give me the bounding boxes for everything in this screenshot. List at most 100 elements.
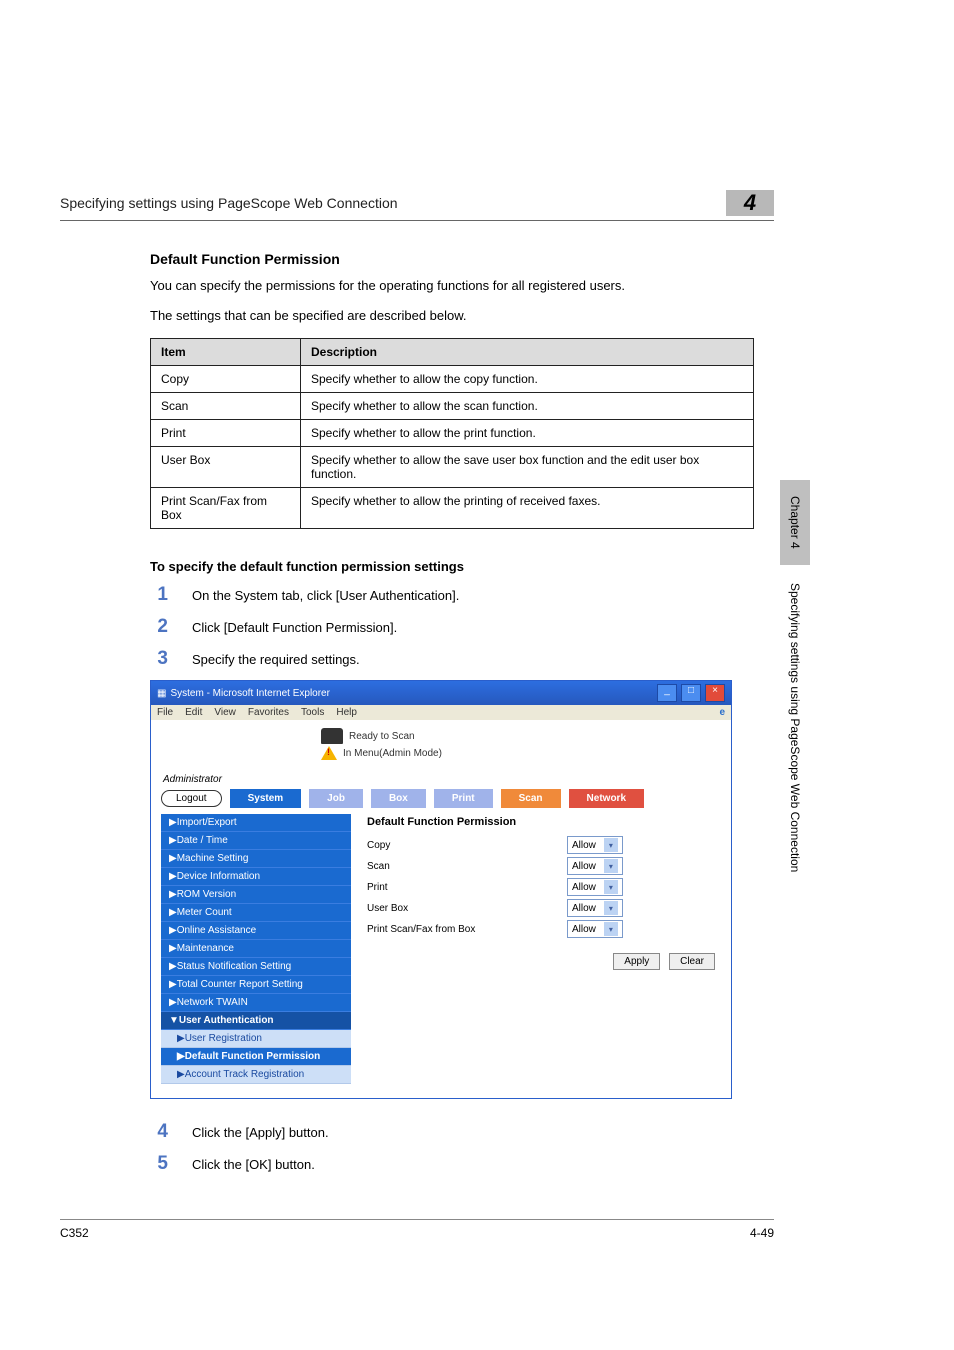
procedure-step: 1 On the System tab, click [User Authent… <box>150 584 754 606</box>
browser-menubar: File Edit View Favorites Tools Help e <box>151 705 731 720</box>
tab-scan[interactable]: Scan <box>501 789 561 808</box>
chevron-down-icon: ▾ <box>604 838 618 852</box>
procedure-step: 4 Click the [Apply] button. <box>150 1121 754 1143</box>
chevron-down-icon: ▾ <box>604 859 618 873</box>
tab-system[interactable]: System <box>230 789 302 808</box>
section-title: Default Function Permission <box>150 251 754 267</box>
sidebar-sub-account-track-registration[interactable]: ▶Account Track Registration <box>161 1066 351 1084</box>
form-label: Print Scan/Fax from Box <box>367 924 567 935</box>
sidebar-item-total-counter-report[interactable]: ▶Total Counter Report Setting <box>161 976 351 994</box>
sidebar-item-device-information[interactable]: ▶Device Information <box>161 868 351 886</box>
step-number: 4 <box>150 1121 168 1143</box>
menu-view[interactable]: View <box>214 707 236 718</box>
tab-print[interactable]: Print <box>434 789 493 808</box>
menu-file[interactable]: File <box>157 707 173 718</box>
chevron-down-icon: ▾ <box>604 922 618 936</box>
form-label: Print <box>367 882 567 893</box>
sidebar-item-date-time[interactable]: ▶Date / Time <box>161 832 351 850</box>
sidebar-sub-user-registration[interactable]: ▶User Registration <box>161 1030 351 1048</box>
apply-button[interactable]: Apply <box>613 953 660 970</box>
browser-titlebar: ▦ System - Microsoft Internet Explorer _… <box>151 681 731 705</box>
sidebar-item-maintenance[interactable]: ▶Maintenance <box>161 940 351 958</box>
specification-table: Item Description CopySpecify whether to … <box>150 338 754 529</box>
tab-network[interactable]: Network <box>569 789 644 808</box>
page-header: Specifying settings using PageScope Web … <box>60 190 774 221</box>
logout-button[interactable]: Logout <box>161 790 222 807</box>
tab-box[interactable]: Box <box>371 789 426 808</box>
ie-page-icon: ▦ <box>157 688 166 699</box>
side-vertical-text: Specifying settings using PageScope Web … <box>788 583 802 872</box>
procedure-title: To specify the default function permissi… <box>150 559 754 574</box>
tab-job[interactable]: Job <box>309 789 363 808</box>
sidebar: ▶Import/Export ▶Date / Time ▶Machine Set… <box>161 814 351 1084</box>
step-number: 2 <box>150 616 168 638</box>
sidebar-item-meter-count[interactable]: ▶Meter Count <box>161 904 351 922</box>
spec-header-description: Description <box>300 339 753 366</box>
content-pane: Default Function Permission Copy Allow▾ … <box>361 814 721 1084</box>
menu-tools[interactable]: Tools <box>301 707 324 718</box>
chapter-number-box: 4 <box>726 190 774 216</box>
section-description-2: The settings that can be specified are d… <box>150 307 754 325</box>
menu-edit[interactable]: Edit <box>185 707 202 718</box>
procedure-step: 5 Click the [OK] button. <box>150 1153 754 1175</box>
maximize-button[interactable]: □ <box>681 684 701 702</box>
ie-logo-icon: e <box>719 707 725 718</box>
step-text: On the System tab, click [User Authentic… <box>192 588 459 603</box>
table-row: CopySpecify whether to allow the copy fu… <box>151 366 754 393</box>
browser-screenshot: ▦ System - Microsoft Internet Explorer _… <box>150 680 732 1099</box>
form-label: Copy <box>367 840 567 851</box>
select-scan[interactable]: Allow▾ <box>567 857 623 875</box>
close-button[interactable]: × <box>705 684 725 702</box>
form-label: Scan <box>367 861 567 872</box>
printer-icon <box>321 728 343 744</box>
warning-icon <box>321 746 337 760</box>
step-text: Click [Default Function Permission]. <box>192 620 397 635</box>
form-row-copy: Copy Allow▾ <box>367 836 715 854</box>
chapter-tab: Chapter 4 <box>780 480 810 565</box>
form-row-print-scan-fax-box: Print Scan/Fax from Box Allow▾ <box>367 920 715 938</box>
sidebar-item-rom-version[interactable]: ▶ROM Version <box>161 886 351 904</box>
footer-left: C352 <box>60 1226 89 1240</box>
spec-header-item: Item <box>151 339 301 366</box>
minimize-button[interactable]: _ <box>657 684 677 702</box>
step-number: 5 <box>150 1153 168 1175</box>
sidebar-item-user-authentication[interactable]: ▼User Authentication <box>161 1012 351 1030</box>
sidebar-item-online-assistance[interactable]: ▶Online Assistance <box>161 922 351 940</box>
step-text: Click the [OK] button. <box>192 1157 315 1172</box>
select-copy[interactable]: Allow▾ <box>567 836 623 854</box>
table-row: PrintSpecify whether to allow the print … <box>151 420 754 447</box>
status-mode: In Menu(Admin Mode) <box>343 748 442 759</box>
sidebar-item-import-export[interactable]: ▶Import/Export <box>161 814 351 832</box>
status-ready: Ready to Scan <box>349 731 415 742</box>
browser-body: Ready to Scan In Menu(Admin Mode) Admini… <box>151 720 731 1098</box>
chevron-down-icon: ▾ <box>604 880 618 894</box>
sidebar-item-status-notification[interactable]: ▶Status Notification Setting <box>161 958 351 976</box>
form-row-scan: Scan Allow▾ <box>367 857 715 875</box>
menu-favorites[interactable]: Favorites <box>248 707 289 718</box>
select-print[interactable]: Allow▾ <box>567 878 623 896</box>
admin-label: Administrator <box>163 774 721 785</box>
sidebar-item-machine-setting[interactable]: ▶Machine Setting <box>161 850 351 868</box>
select-user-box[interactable]: Allow▾ <box>567 899 623 917</box>
step-text: Specify the required settings. <box>192 652 360 667</box>
side-vertical: Chapter 4 Specifying settings using Page… <box>780 480 810 872</box>
step-number: 1 <box>150 584 168 606</box>
procedure-step: 2 Click [Default Function Permission]. <box>150 616 754 638</box>
chevron-down-icon: ▾ <box>604 901 618 915</box>
menu-help[interactable]: Help <box>336 707 357 718</box>
table-row: ScanSpecify whether to allow the scan fu… <box>151 393 754 420</box>
form-row-user-box: User Box Allow▾ <box>367 899 715 917</box>
header-title: Specifying settings using PageScope Web … <box>60 195 716 211</box>
procedure-step: 3 Specify the required settings. <box>150 648 754 670</box>
page-footer: C352 4-49 <box>60 1219 774 1240</box>
table-row: User BoxSpecify whether to allow the sav… <box>151 447 754 488</box>
select-print-scan-fax-box[interactable]: Allow▾ <box>567 920 623 938</box>
section-description-1: You can specify the permissions for the … <box>150 277 754 295</box>
clear-button[interactable]: Clear <box>669 953 715 970</box>
sidebar-sub-default-function-permission[interactable]: ▶Default Function Permission <box>161 1048 351 1066</box>
form-label: User Box <box>367 903 567 914</box>
step-text: Click the [Apply] button. <box>192 1125 329 1140</box>
sidebar-item-network-twain[interactable]: ▶Network TWAIN <box>161 994 351 1012</box>
step-number: 3 <box>150 648 168 670</box>
content-title: Default Function Permission <box>367 816 715 828</box>
